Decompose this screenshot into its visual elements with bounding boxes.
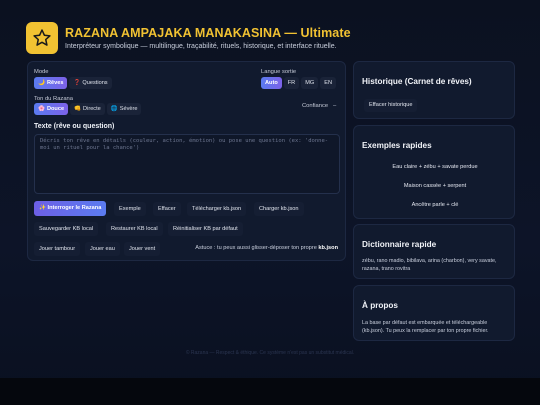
exemple-button[interactable]: Exemple (114, 202, 146, 216)
reset-kb-button[interactable]: Réinitialiser KB par défaut (168, 222, 243, 236)
language-selector: Auto FR MG EN (261, 77, 337, 89)
question-icon: ❓ (73, 80, 81, 86)
effacer-button[interactable]: Effacer (153, 202, 181, 216)
about-text: La base par défaut est embarquée et télé… (362, 320, 489, 334)
tone-selector: 🌸 Douce 👊 Directe 🌐 Sévère (34, 103, 142, 115)
lang-en-button[interactable]: EN (320, 77, 337, 89)
mode-label: Mode (34, 69, 49, 75)
dragdrop-hint: Astuce : tu peux aussi glisser-déposer t… (195, 245, 338, 251)
hand-icon: 👊 (74, 106, 82, 112)
bottom-bar (0, 378, 540, 405)
clear-history-button[interactable]: Effacer historique (364, 99, 418, 112)
footer-text: © Razana — Respect & éthique. Ce système… (185, 350, 355, 356)
about-title: À propos (362, 301, 398, 310)
play-drum-button[interactable]: Jouer tambour (34, 242, 81, 256)
lang-fr-button[interactable]: FR (283, 77, 300, 89)
confidence-value: – (333, 103, 337, 109)
play-water-button[interactable]: Jouer eau (85, 242, 120, 256)
flower-icon: 🌸 (38, 106, 45, 112)
mode-reves-button[interactable]: 🌙 Rêves (34, 77, 68, 89)
globe-icon: 🌐 (110, 106, 118, 112)
tone-directe-button[interactable]: 👊 Directe (70, 103, 105, 115)
example-item[interactable]: Ancêtre parle + clé (354, 202, 516, 208)
app-subtitle: Interpréteur symbolique — multilingue, t… (65, 43, 337, 50)
history-title: Historique (Carnet de rêves) (362, 77, 472, 86)
history-panel: Historique (Carnet de rêves) Effacer his… (353, 61, 515, 119)
star-icon (26, 22, 58, 54)
example-item[interactable]: Maison cassée + serpent (354, 183, 516, 189)
language-label: Langue sortie (261, 69, 297, 75)
examples-title: Exemples rapides (362, 141, 432, 150)
tone-label: Ton du Razana (34, 96, 73, 102)
lang-auto-button[interactable]: Auto (261, 77, 282, 89)
download-kb-button[interactable]: Télécharger kb.json (187, 202, 247, 216)
dictionary-title: Dictionnaire rapide (362, 240, 437, 249)
text-field-title: Texte (rêve ou question) (34, 123, 115, 130)
moon-icon: 🌙 (38, 80, 45, 86)
app-title: RAZANA AMPAJAKA MANAKASINA — Ultimate (65, 26, 351, 40)
mode-questions-button[interactable]: ❓ Questions (69, 77, 112, 89)
lang-mg-button[interactable]: MG (301, 77, 319, 89)
save-kb-local-button[interactable]: Sauvegarder KB local (34, 222, 99, 236)
tone-douce-button[interactable]: 🌸 Douce (34, 103, 69, 115)
play-wind-button[interactable]: Jouer vent (124, 242, 161, 256)
restore-kb-local-button[interactable]: Restaurer KB local (106, 222, 163, 236)
example-item[interactable]: Eau claire + zébu + savate perdue (354, 164, 516, 170)
confidence-label: Confiance (302, 103, 329, 109)
mode-selector: 🌙 Rêves ❓ Questions (34, 77, 112, 89)
dictionary-panel: Dictionnaire rapide zébu, rano madio, bi… (353, 224, 515, 279)
dream-text-input[interactable] (34, 134, 340, 194)
tone-severe-button[interactable]: 🌐 Sévère (106, 103, 142, 115)
interroger-button[interactable]: ✨ Interroger le Razana (34, 201, 107, 216)
dictionary-text: zébu, rano madio, bibilava, arina (charb… (362, 258, 497, 272)
about-panel: À propos La base par défaut est embarqué… (353, 285, 515, 341)
examples-panel: Exemples rapides Eau claire + zébu + sav… (353, 125, 515, 219)
main-panel: Mode 🌙 Rêves ❓ Questions Langue sortie A… (27, 61, 346, 261)
app-header: RAZANA AMPAJAKA MANAKASINA — Ultimate In… (26, 20, 526, 56)
load-kb-button[interactable]: Charger kb.json (254, 202, 304, 216)
